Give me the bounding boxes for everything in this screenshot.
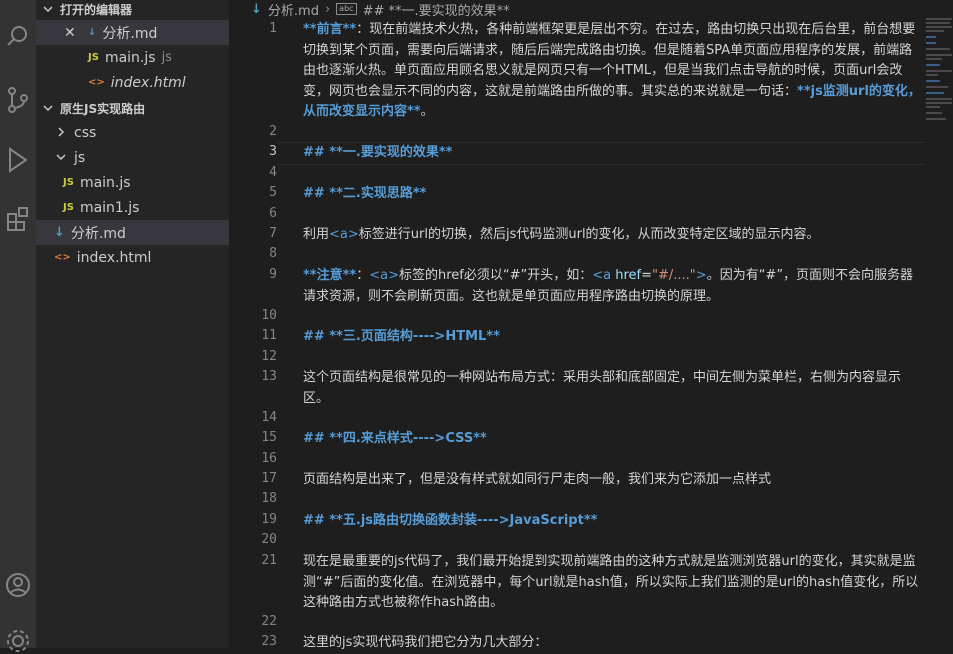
open-editors-title: 打开的编辑器 bbox=[60, 2, 133, 17]
tree-file-main1-js[interactable]: JS main1.js bbox=[36, 195, 229, 220]
close-icon[interactable]: ✕ bbox=[64, 25, 86, 41]
open-editor-label: main.js bbox=[104, 49, 156, 66]
line-number: 4 bbox=[269, 165, 277, 180]
open-editor-dir: js bbox=[161, 50, 172, 65]
line-number: 3 bbox=[269, 144, 277, 159]
line-number: 16 bbox=[261, 451, 277, 466]
tree-label: 分析.md bbox=[70, 225, 126, 242]
line-number: 22 bbox=[261, 614, 277, 629]
line-number: 19 bbox=[261, 512, 277, 527]
breadcrumb-separator-icon: › bbox=[324, 1, 331, 17]
chevron-down-icon bbox=[56, 150, 74, 166]
open-editor-item-js[interactable]: JS main.js js bbox=[36, 45, 229, 70]
line-number: 14 bbox=[261, 410, 277, 425]
tree-file-md[interactable]: ↓ 分析.md bbox=[36, 220, 229, 245]
string-symbol-icon: abc bbox=[336, 3, 357, 15]
line-number: 21 bbox=[261, 553, 277, 568]
code-line-21: 现在是最重要的js代码了，我们最开始提到实现前端路由的这种方式就是监测浏览器ur… bbox=[303, 554, 919, 610]
tree-folder-js[interactable]: js bbox=[36, 145, 229, 170]
breadcrumb: ↓ 分析.md › abc ## **一.要实现的效果** bbox=[229, 0, 929, 19]
line-number: 23 bbox=[261, 634, 277, 649]
js-file-icon: JS bbox=[88, 52, 99, 63]
markdown-file-icon: ↓ bbox=[88, 27, 97, 38]
run-debug-icon[interactable] bbox=[0, 146, 36, 174]
chevron-right-icon bbox=[56, 125, 74, 141]
line-number: 9 bbox=[269, 267, 277, 282]
extensions-icon[interactable] bbox=[0, 204, 36, 232]
tree-file-main-js[interactable]: JS main.js bbox=[36, 170, 229, 195]
source-control-icon[interactable] bbox=[0, 86, 36, 114]
project-header[interactable]: 原生JS实现路由 bbox=[36, 98, 229, 118]
markdown-file-icon: ↓ bbox=[251, 1, 262, 17]
explorer-sidebar: 打开的编辑器 ✕ ↓ 分析.md JS main.js js <> index.… bbox=[36, 0, 229, 648]
code-line-15: ## **四.来点样式---->CSS** bbox=[303, 431, 487, 446]
open-editor-item-md[interactable]: ✕ ↓ 分析.md bbox=[36, 20, 229, 45]
line-number: 20 bbox=[261, 532, 277, 547]
tree-folder-css[interactable]: css bbox=[36, 120, 229, 145]
tree-label: main.js bbox=[79, 174, 131, 191]
code-line-1: **前言**：现在前端技术火热，各种前端框架更是层出不穷。在过去，路由切换只出现… bbox=[303, 22, 921, 119]
code-line-19: ## **五.js路由切换函数封装---->JavaScript** bbox=[303, 513, 598, 528]
tree-label: index.html bbox=[76, 249, 152, 266]
minimap[interactable] bbox=[926, 16, 953, 124]
line-number: 13 bbox=[261, 369, 277, 384]
line-number: 12 bbox=[261, 349, 277, 364]
code-line-11: ## **三.页面结构---->HTML** bbox=[303, 329, 500, 344]
activity-bar bbox=[0, 0, 36, 652]
editor-area[interactable]: ↓ 分析.md › abc ## **一.要实现的效果** 1 2 3 4 5 … bbox=[229, 0, 953, 650]
line-number: 2 bbox=[269, 124, 277, 139]
settings-gear-icon[interactable] bbox=[0, 628, 36, 654]
code-line-9: **注意**：<a>标签的href必须以“#”开头，如：<a href="#/.… bbox=[303, 268, 914, 304]
open-editors-header[interactable]: 打开的编辑器 bbox=[36, 0, 229, 19]
breadcrumb-file[interactable]: 分析.md bbox=[268, 0, 319, 19]
breadcrumb-symbol[interactable]: ## **一.要实现的效果** bbox=[363, 0, 510, 19]
html-file-icon: <> bbox=[88, 77, 105, 88]
code-line-5: ## **二.实现思路** bbox=[303, 186, 427, 201]
account-icon[interactable] bbox=[0, 572, 36, 598]
line-number: 6 bbox=[269, 206, 277, 221]
open-editor-item-html[interactable]: <> index.html bbox=[36, 70, 229, 95]
code-line-7: 利用<a>标签进行url的切换，然后js代码监测url的变化，从而改变特定区域的… bbox=[303, 227, 820, 242]
project-title: 原生JS实现路由 bbox=[60, 101, 146, 116]
code-line-23: 这里的js实现代码我们把它分为几大部分： bbox=[303, 635, 548, 650]
tree-label: main1.js bbox=[79, 199, 140, 216]
tree-label: js bbox=[74, 149, 86, 166]
line-number: 7 bbox=[269, 226, 277, 241]
code-line-13: 这个页面结构是很常见的一种网站布局方式：采用头部和底部固定，中间左侧为菜单栏，右… bbox=[303, 370, 902, 406]
open-editor-label: 分析.md bbox=[102, 25, 158, 42]
line-number: 17 bbox=[261, 471, 277, 486]
line-number: 8 bbox=[269, 246, 277, 261]
line-number: 10 bbox=[261, 308, 277, 323]
line-number: 5 bbox=[269, 185, 277, 200]
code-line-3: ## **一.要实现的效果** bbox=[303, 145, 453, 160]
tree-file-index-html[interactable]: <> index.html bbox=[36, 245, 229, 270]
line-number: 15 bbox=[261, 430, 277, 445]
code-line-17: 页面结构是出来了，但是没有样式就如同行尸走肉一般，我们来为它添加一点样式 bbox=[303, 472, 772, 487]
chevron-down-icon bbox=[42, 102, 54, 114]
search-icon[interactable] bbox=[0, 24, 36, 48]
chevron-down-icon bbox=[42, 3, 54, 15]
tree-label: css bbox=[74, 124, 97, 141]
line-number: 1 bbox=[269, 21, 277, 36]
line-number: 18 bbox=[261, 491, 277, 506]
line-number: 11 bbox=[261, 328, 277, 343]
open-editor-label: index.html bbox=[110, 74, 186, 91]
